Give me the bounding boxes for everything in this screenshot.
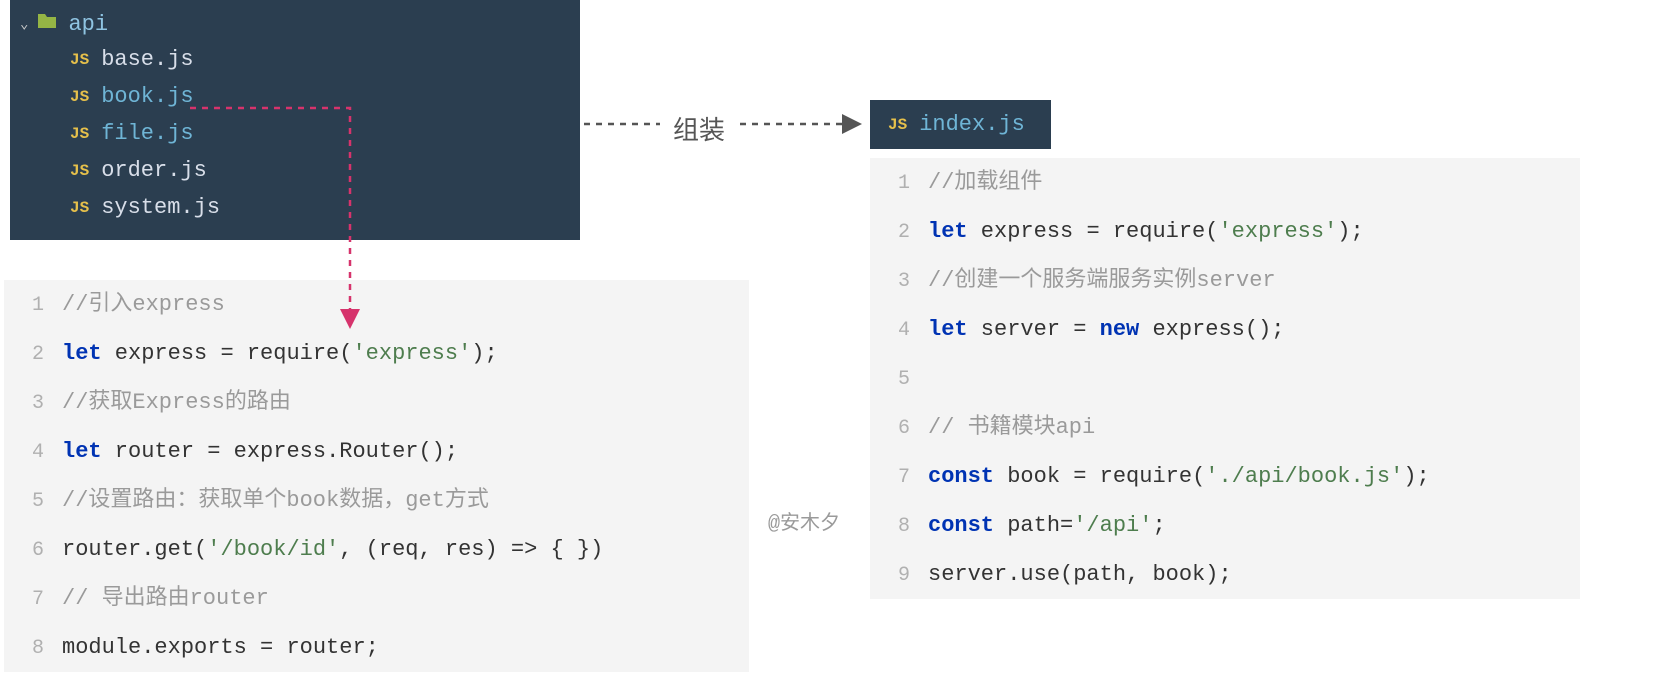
code-text: module.exports = router; [62, 631, 379, 664]
tree-file-label: system.js [101, 195, 220, 220]
code-text: const book = require('./api/book.js'); [928, 460, 1430, 493]
line-number: 6 [880, 414, 910, 444]
code-line[interactable]: 5 //设置路由：获取单个book数据，get方式 [4, 476, 749, 525]
code-line[interactable]: 6 // 书籍模块api [870, 403, 1580, 452]
tree-file-label: order.js [101, 158, 207, 183]
js-icon: JS [70, 88, 89, 106]
tab-label: index.js [919, 112, 1025, 137]
line-number: 4 [14, 438, 44, 468]
code-text: //设置路由：获取单个book数据，get方式 [62, 484, 489, 517]
code-panel-book: 1 //引入express 2 let express = require('expr… [4, 280, 749, 672]
line-number: 7 [14, 585, 44, 615]
code-text: let server = new express(); [928, 313, 1284, 346]
code-text: //加载组件 [928, 166, 1042, 199]
js-icon: JS [70, 125, 89, 143]
line-number: 8 [880, 512, 910, 542]
folder-api[interactable]: ⌄ api [10, 8, 580, 41]
line-number: 1 [14, 291, 44, 321]
code-text: server.use(path, book); [928, 558, 1232, 591]
code-line[interactable]: 6 router.get('/book/id', (req, res) => { … [4, 525, 749, 574]
code-text: // 书籍模块api [928, 411, 1095, 444]
line-number: 4 [880, 316, 910, 346]
line-number: 6 [14, 536, 44, 566]
code-line[interactable]: 9 server.use(path, book); [870, 550, 1580, 599]
annotation-author: @安木夕 [768, 506, 840, 536]
line-number: 7 [880, 463, 910, 493]
js-icon: JS [70, 51, 89, 69]
folder-icon [36, 12, 58, 37]
code-panel-index: 1 //加载组件 2 let express = require('express')… [870, 158, 1580, 599]
code-line[interactable]: 4 let router = express.Router(); [4, 427, 749, 476]
code-text: //创建一个服务端服务实例server [928, 264, 1276, 297]
code-line[interactable]: 1 //加载组件 [870, 158, 1580, 207]
code-line[interactable]: 3 //创建一个服务端服务实例server [870, 256, 1580, 305]
folder-label: api [68, 12, 108, 37]
line-number: 5 [880, 365, 910, 395]
js-icon: JS [70, 162, 89, 180]
code-line[interactable]: 2 let express = require('express'); [4, 329, 749, 378]
line-number: 2 [14, 340, 44, 370]
js-icon: JS [888, 116, 907, 134]
line-number: 2 [880, 218, 910, 248]
line-number: 8 [14, 634, 44, 664]
line-number: 1 [880, 169, 910, 199]
code-line[interactable]: 4 let server = new express(); [870, 305, 1580, 354]
line-number: 3 [880, 267, 910, 297]
tab-index-js[interactable]: JS index.js [870, 100, 1051, 149]
tree-file-label: file.js [101, 121, 193, 146]
line-number: 5 [14, 487, 44, 517]
code-text: let router = express.Router(); [62, 435, 458, 468]
tree-file-system-js[interactable]: JS system.js [10, 189, 580, 226]
file-tree: ⌄ api JS base.js JS book.js JS file.js JS order… [10, 0, 580, 240]
code-text: router.get('/book/id', (req, res) => { }… [62, 533, 603, 566]
code-line[interactable]: 7 // 导出路由router [4, 574, 749, 623]
line-number: 3 [14, 389, 44, 419]
chevron-down-icon: ⌄ [20, 16, 28, 33]
annotation-label: 组装 [673, 110, 725, 147]
code-line[interactable]: 3 //获取Express的路由 [4, 378, 749, 427]
code-text: //获取Express的路由 [62, 386, 291, 419]
code-line[interactable]: 5 [870, 354, 1580, 403]
code-text: // 导出路由router [62, 582, 269, 615]
line-number: 9 [880, 561, 910, 591]
code-line[interactable]: 8 module.exports = router; [4, 623, 749, 672]
tree-file-book-js[interactable]: JS book.js [10, 78, 580, 115]
code-line[interactable]: 1 //引入express [4, 280, 749, 329]
code-text: let express = require('express'); [928, 215, 1364, 248]
code-text: const path='/api'; [928, 509, 1166, 542]
code-text [928, 362, 941, 395]
tree-file-base-js[interactable]: JS base.js [10, 41, 580, 78]
code-line[interactable]: 2 let express = require('express'); [870, 207, 1580, 256]
tree-file-label: book.js [101, 84, 193, 109]
js-icon: JS [70, 199, 89, 217]
code-line[interactable]: 7 const book = require('./api/book.js'); [870, 452, 1580, 501]
tree-file-label: base.js [101, 47, 193, 72]
tree-file-order-js[interactable]: JS order.js [10, 152, 580, 189]
code-text: //引入express [62, 288, 225, 321]
tree-file-file-js[interactable]: JS file.js [10, 115, 580, 152]
code-line[interactable]: 8 const path='/api'; [870, 501, 1580, 550]
code-text: let express = require('express'); [62, 337, 498, 370]
